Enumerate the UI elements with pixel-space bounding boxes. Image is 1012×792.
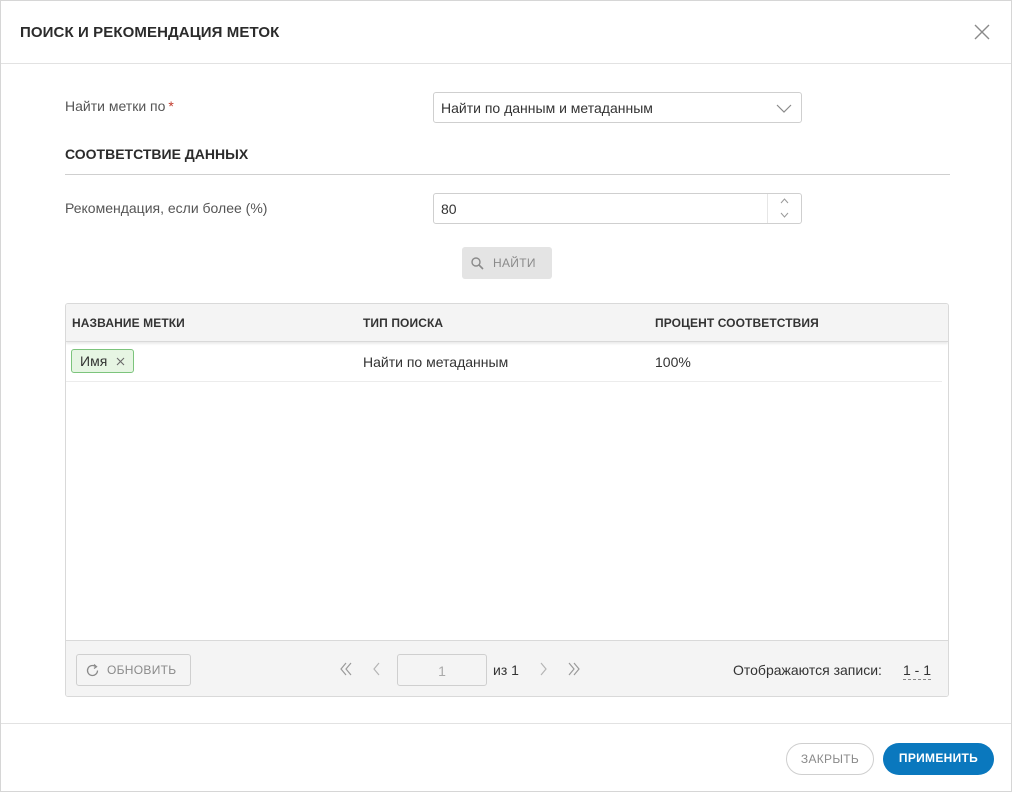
tags-grid: НАЗВАНИЕ МЕТКИ ТИП ПОИСКА ПРОЦЕНТ СООТВЕ… — [65, 303, 949, 697]
find-button[interactable]: НАЙТИ — [462, 247, 552, 279]
remove-tag-icon[interactable] — [116, 357, 125, 366]
find-by-label: Найти метки по * — [65, 98, 174, 114]
section-title-data-match: СООТВЕТСТВИЕ ДАННЫХ — [65, 146, 249, 162]
page-number-value: 1 — [438, 663, 446, 679]
chevron-down-icon — [776, 104, 792, 113]
records-label: Отображаются записи: — [733, 662, 882, 678]
grid-footer: ОБНОВИТЬ 1 из 1 Отображаются записи: 1 -… — [66, 640, 948, 696]
tag-search-dialog: ПОИСК И РЕКОМЕНДАЦИЯ МЕТОК Найти метки п… — [0, 0, 1012, 792]
threshold-spinner — [767, 194, 801, 223]
grid-header: НАЗВАНИЕ МЕТКИ ТИП ПОИСКА ПРОЦЕНТ СООТВЕ… — [66, 304, 948, 342]
close-button[interactable]: ЗАКРЫТЬ — [786, 743, 874, 775]
apply-button-label: ПРИМЕНИТЬ — [898, 751, 979, 765]
threshold-label: Рекомендация, если более (%) — [65, 200, 268, 216]
search-type-cell: Найти по метаданным — [363, 354, 509, 370]
find-by-select[interactable]: Найти по данным и метаданным — [433, 92, 802, 123]
records-range[interactable]: 1 - 1 — [903, 662, 932, 680]
column-header-tag-name[interactable]: НАЗВАНИЕ МЕТКИ — [72, 316, 185, 330]
chevron-up-icon — [780, 198, 789, 204]
dialog-header: ПОИСК И РЕКОМЕНДАЦИЯ МЕТОК — [1, 1, 1011, 64]
tag-chip-label: Имя — [80, 353, 108, 369]
spin-down-button[interactable] — [768, 208, 801, 222]
refresh-button[interactable]: ОБНОВИТЬ — [76, 654, 191, 686]
required-mark: * — [168, 98, 174, 114]
find-by-label-text: Найти метки по — [65, 98, 166, 114]
next-page-icon[interactable] — [539, 662, 549, 676]
page-number-input[interactable]: 1 — [397, 654, 487, 686]
close-button-label: ЗАКРЫТЬ — [800, 752, 860, 766]
match-percent-cell: 100% — [655, 354, 691, 370]
search-icon — [471, 257, 484, 270]
prev-page-icon[interactable] — [371, 662, 381, 676]
threshold-input[interactable]: 80 — [433, 193, 802, 224]
column-header-match-percent[interactable]: ПРОЦЕНТ СООТВЕТСТВИЯ — [655, 316, 819, 330]
threshold-value: 80 — [441, 201, 457, 217]
page-count-text: из 1 — [493, 662, 519, 678]
apply-button[interactable]: ПРИМЕНИТЬ — [883, 743, 994, 775]
find-by-value: Найти по данным и метаданным — [441, 100, 653, 116]
table-row[interactable]: Имя Найти по метаданным 100% — [66, 343, 942, 382]
spin-up-button[interactable] — [768, 194, 801, 208]
tag-chip[interactable]: Имя — [71, 349, 134, 373]
chevron-down-icon — [780, 212, 789, 218]
refresh-icon — [86, 664, 99, 677]
close-icon[interactable] — [970, 20, 994, 44]
last-page-icon[interactable] — [567, 662, 581, 676]
footer-divider — [1, 723, 1011, 724]
dialog-title: ПОИСК И РЕКОМЕНДАЦИЯ МЕТОК — [20, 24, 280, 41]
column-header-search-type[interactable]: ТИП ПОИСКА — [363, 316, 443, 330]
refresh-button-label: ОБНОВИТЬ — [107, 663, 177, 677]
first-page-icon[interactable] — [339, 662, 353, 676]
section-divider — [65, 174, 950, 175]
find-button-label: НАЙТИ — [493, 256, 536, 270]
